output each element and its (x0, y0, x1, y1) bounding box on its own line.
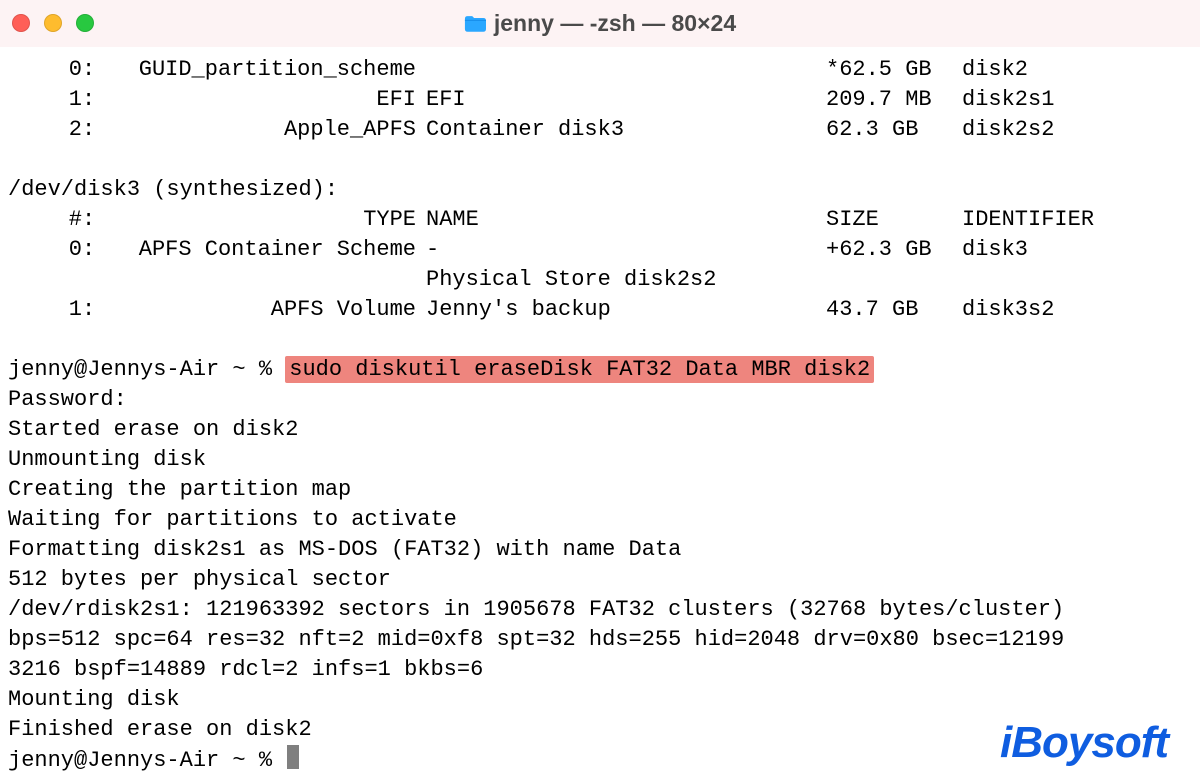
cell-id: disk3s2 (962, 295, 1054, 325)
cursor-icon (287, 745, 299, 769)
cell-name: EFI (426, 85, 826, 115)
cell-type: Apple_APFS (96, 115, 426, 145)
col-id: IDENTIFIER (962, 205, 1094, 235)
cell-type: GUID_partition_scheme (96, 55, 426, 85)
output-line: 3216 bspf=14889 rdcl=2 infs=1 bkbs=6 (8, 655, 1192, 685)
output-line: 512 bytes per physical sector (8, 565, 1192, 595)
cell-colon: : (82, 55, 96, 85)
cell-idx (8, 265, 82, 295)
folder-icon (464, 15, 486, 32)
cell-id: disk3 (962, 235, 1028, 265)
cell-type: APFS Volume (96, 295, 426, 325)
output-line: Mounting disk (8, 685, 1192, 715)
cell-size: 62.3 GB (826, 115, 962, 145)
cell-size: 43.7 GB (826, 295, 962, 325)
cell-type (96, 265, 426, 295)
cell-size (826, 265, 962, 295)
cell-id: disk2s2 (962, 115, 1054, 145)
close-button[interactable] (12, 14, 30, 32)
cell-name: Jenny's backup (426, 295, 826, 325)
cell-idx: 2 (8, 115, 82, 145)
cell-idx: 1 (8, 295, 82, 325)
output-line: Creating the partition map (8, 475, 1192, 505)
prompt: jenny@Jennys-Air ~ % (8, 748, 285, 772)
cell-idx: 0 (8, 235, 82, 265)
col-name: NAME (426, 205, 826, 235)
cell-size: *62.5 GB (826, 55, 962, 85)
output-line: Started erase on disk2 (8, 415, 1192, 445)
table-row: Physical Store disk2s2 (8, 265, 1192, 295)
cell-colon: : (82, 85, 96, 115)
prompt: jenny@Jennys-Air ~ % (8, 357, 285, 382)
col-num: # (8, 205, 82, 235)
cell-colon: : (82, 295, 96, 325)
cell-id: disk2 (962, 55, 1028, 85)
cell-name: Container disk3 (426, 115, 826, 145)
window-controls (12, 14, 94, 32)
command-line: jenny@Jennys-Air ~ % sudo diskutil erase… (8, 355, 1192, 385)
table-header-row: #: TYPE NAME SIZE IDENTIFIER (8, 205, 1192, 235)
window-title-text: jenny — -zsh — 80×24 (494, 8, 736, 38)
minimize-button[interactable] (44, 14, 62, 32)
cell-colon: : (82, 235, 96, 265)
cell-size: 209.7 MB (826, 85, 962, 115)
table-row: 0:APFS Container Scheme-+62.3 GBdisk3 (8, 235, 1192, 265)
col-size: SIZE (826, 205, 962, 235)
output-line: Waiting for partitions to activate (8, 505, 1192, 535)
cell-name: - (426, 235, 826, 265)
cell-name: Physical Store disk2s2 (426, 265, 826, 295)
output-line: Unmounting disk (8, 445, 1192, 475)
table-row: 2:Apple_APFSContainer disk362.3 GBdisk2s… (8, 115, 1192, 145)
output-line: Password: (8, 385, 1192, 415)
table-row: 1:APFS VolumeJenny's backup43.7 GBdisk3s… (8, 295, 1192, 325)
cell-type: APFS Container Scheme (96, 235, 426, 265)
cell-id: disk2s1 (962, 85, 1054, 115)
output-line: bps=512 spc=64 res=32 nft=2 mid=0xf8 spt… (8, 625, 1192, 655)
window-titlebar: jenny — -zsh — 80×24 (0, 0, 1200, 47)
highlighted-command: sudo diskutil eraseDisk FAT32 Data MBR d… (285, 356, 874, 383)
blank-line (8, 325, 1192, 355)
blank-line (8, 145, 1192, 175)
table-row: 1:EFIEFI209.7 MBdisk2s1 (8, 85, 1192, 115)
disk3-header: /dev/disk3 (synthesized): (8, 175, 1192, 205)
terminal-area[interactable]: 0:GUID_partition_scheme*62.5 GBdisk21:EF… (0, 47, 1200, 772)
output-line: Formatting disk2s1 as MS-DOS (FAT32) wit… (8, 535, 1192, 565)
cell-colon: : (82, 115, 96, 145)
output-line: /dev/rdisk2s1: 121963392 sectors in 1905… (8, 595, 1192, 625)
cell-type: EFI (96, 85, 426, 115)
window-title: jenny — -zsh — 80×24 (0, 8, 1200, 38)
cell-name (426, 55, 826, 85)
col-type: TYPE (96, 205, 426, 235)
cell-colon (82, 265, 96, 295)
cell-size: +62.3 GB (826, 235, 962, 265)
watermark-logo: iBoysoft (1000, 728, 1168, 758)
maximize-button[interactable] (76, 14, 94, 32)
table-row: 0:GUID_partition_scheme *62.5 GBdisk2 (8, 55, 1192, 85)
cell-idx: 0 (8, 55, 82, 85)
cell-idx: 1 (8, 85, 82, 115)
